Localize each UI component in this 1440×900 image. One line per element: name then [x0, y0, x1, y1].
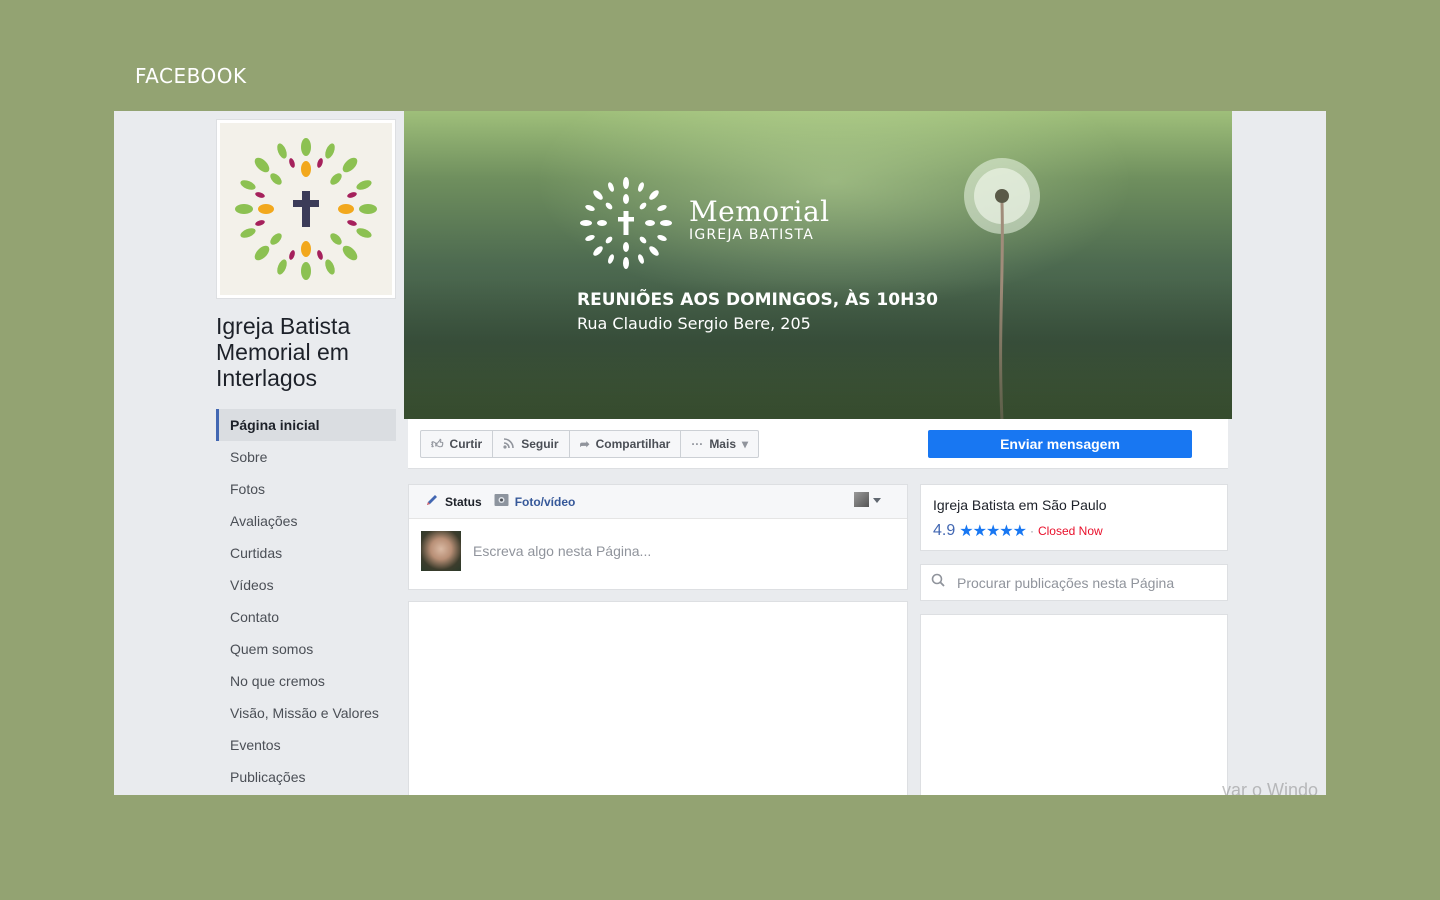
nav-item-beliefs[interactable]: No que cremos	[216, 665, 396, 697]
post-as-caret-icon[interactable]	[873, 498, 881, 503]
nav-item-contact[interactable]: Contato	[216, 601, 396, 633]
thumbs-up-icon: 👍︎	[431, 436, 444, 451]
nav-item-events[interactable]: Eventos	[216, 729, 396, 761]
follow-label: Seguir	[521, 437, 559, 451]
share-label: Compartilhar	[595, 437, 671, 451]
nav-item-posts[interactable]: Publicações	[216, 761, 396, 793]
more-button[interactable]: ··· Mais ▾	[681, 431, 758, 457]
action-button-group: 👍︎ Curtir Seguir ➦ Compartilhar ··· Mais…	[420, 430, 760, 458]
nav-item-home[interactable]: Página inicial	[216, 409, 396, 441]
cover-brand-subtitle: IGREJA BATISTA	[689, 227, 814, 243]
post-composer: Status Foto/vídeo Escreva algo nesta Pág…	[408, 484, 908, 590]
composer-body: Escreva algo nesta Página...	[409, 519, 907, 583]
rating-value[interactable]: 4.9	[933, 522, 955, 540]
tab-status[interactable]: Status	[425, 493, 482, 510]
separator-dot: ·	[1029, 524, 1034, 538]
tab-photo-label: Foto/vídeo	[514, 494, 576, 509]
send-message-button[interactable]: Enviar mensagem	[928, 430, 1192, 458]
more-label: Mais	[709, 437, 736, 451]
nav-item-likes[interactable]: Curtidas	[216, 537, 396, 569]
sidebar-card	[920, 614, 1228, 795]
windows-activation-watermark: var o Windo	[1222, 780, 1319, 795]
follow-button[interactable]: Seguir	[493, 431, 570, 457]
tab-status-label: Status	[445, 494, 482, 509]
nav-item-vision-mission[interactable]: Visão, Missão e Valores	[216, 697, 396, 729]
search-icon	[931, 573, 945, 592]
like-button[interactable]: 👍︎ Curtir	[421, 431, 494, 457]
ellipsis-icon: ···	[691, 437, 704, 451]
share-arrow-icon: ➦	[579, 437, 590, 451]
nav-item-about[interactable]: Sobre	[216, 441, 396, 473]
facebook-page-screenshot: Igreja Batista Memorial em Interlagos Pá…	[114, 111, 1326, 795]
tab-photo-video[interactable]: Foto/vídeo	[494, 493, 576, 510]
nav-item-reviews[interactable]: Avaliações	[216, 505, 396, 537]
share-button[interactable]: ➦ Compartilhar	[570, 431, 682, 457]
cover-address: Rua Claudio Sergio Bere, 205	[577, 314, 811, 333]
page-action-bar: 👍︎ Curtir Seguir ➦ Compartilhar ··· Mais…	[408, 419, 1228, 469]
page-info-card: Igreja Batista em São Paulo 4.9 ★★★★★ · …	[920, 484, 1228, 551]
cover-brand-name: Memorial	[689, 195, 830, 228]
page-nav: Página inicial Sobre Fotos Avaliações Cu…	[216, 409, 396, 793]
rss-icon	[503, 437, 515, 452]
page-search-box	[920, 564, 1228, 601]
composer-tabs: Status Foto/vídeo	[409, 485, 907, 519]
pencil-icon	[425, 493, 439, 510]
page-title: Igreja Batista Memorial em Interlagos	[216, 313, 351, 391]
camera-icon	[494, 493, 509, 510]
post-as-avatar[interactable]	[854, 492, 869, 507]
composer-input[interactable]: Escreva algo nesta Página...	[473, 543, 651, 559]
open-status: Closed Now	[1037, 524, 1103, 538]
user-avatar	[421, 531, 461, 571]
page-category[interactable]: Igreja Batista em São Paulo	[933, 497, 1215, 513]
like-label: Curtir	[449, 437, 483, 451]
nav-item-who-we-are[interactable]: Quem somos	[216, 633, 396, 665]
feed-card	[408, 601, 908, 795]
profile-picture[interactable]	[216, 119, 396, 299]
caret-down-icon: ▾	[742, 437, 749, 451]
rating-stars-icon: ★★★★★	[959, 523, 1027, 540]
search-posts-input[interactable]	[955, 573, 1219, 592]
nav-item-videos[interactable]: Vídeos	[216, 569, 396, 601]
cover-photo[interactable]: Memorial IGREJA BATISTA REUNIÕES AOS DOM…	[404, 111, 1232, 419]
section-title: FACEBOOK	[135, 64, 247, 88]
memorial-flower-icon	[580, 177, 672, 269]
church-logo-icon	[220, 123, 392, 295]
cover-headline: REUNIÕES AOS DOMINGOS, ÀS 10H30	[577, 290, 938, 310]
rating-row: 4.9 ★★★★★ · Closed Now	[933, 521, 1215, 541]
nav-item-photos[interactable]: Fotos	[216, 473, 396, 505]
